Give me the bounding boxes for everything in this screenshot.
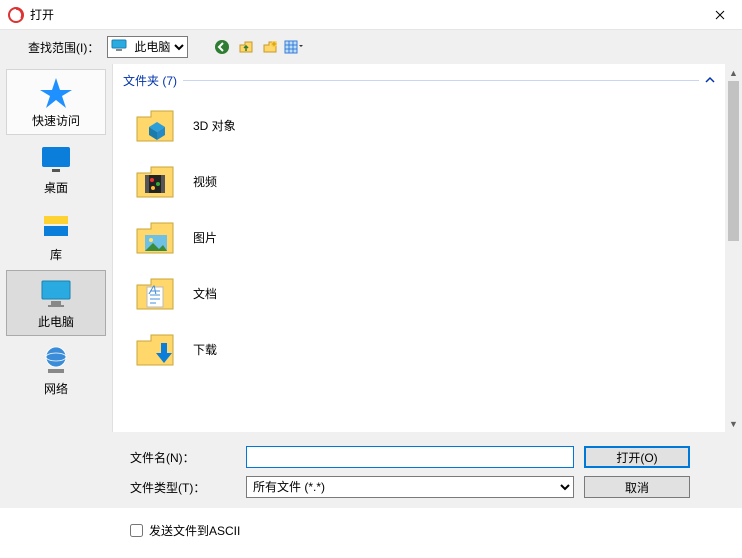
- folder-label: 图片: [193, 229, 217, 246]
- collapse-icon[interactable]: [705, 74, 715, 88]
- folder-video-icon: [133, 159, 177, 203]
- folder-item-documents[interactable]: A 文档: [123, 265, 715, 321]
- quickaccess-icon: [38, 76, 74, 108]
- folder-pictures-icon: [133, 215, 177, 259]
- sidebar-item-desktop[interactable]: 桌面: [6, 136, 106, 202]
- group-header[interactable]: 文件夹 (7): [123, 72, 715, 89]
- filetype-label: 文件类型(T)：: [130, 479, 236, 496]
- folder-label: 文档: [193, 285, 217, 302]
- svg-text:A: A: [148, 283, 157, 297]
- ascii-checkbox-label: 发送文件到ASCII: [149, 522, 240, 539]
- sidebar-item-label: 桌面: [44, 179, 68, 196]
- sidebar-item-network[interactable]: 网络: [6, 337, 106, 403]
- sidebar-item-thispc[interactable]: 此电脑: [6, 270, 106, 336]
- folder-item-pictures[interactable]: 图片: [123, 209, 715, 265]
- sidebar-item-label: 库: [50, 246, 62, 263]
- sidebar-item-quickaccess[interactable]: 快速访问: [6, 69, 106, 135]
- folder-documents-icon: A: [133, 271, 177, 315]
- folder-item-3dobjects[interactable]: 3D 对象: [123, 97, 715, 153]
- scrollbar[interactable]: ▲ ▼: [725, 64, 742, 432]
- this-pc-icon: [38, 277, 74, 309]
- app-icon: [8, 7, 24, 23]
- cancel-button[interactable]: 取消: [584, 476, 690, 498]
- up-button[interactable]: [236, 37, 256, 57]
- window-title: 打开: [30, 6, 54, 23]
- filename-label: 文件名(N)：: [130, 449, 236, 466]
- new-folder-button[interactable]: [260, 37, 280, 57]
- sidebar-item-libraries[interactable]: 库: [6, 203, 106, 269]
- folder-label: 3D 对象: [193, 117, 236, 134]
- main-area: 快速访问 桌面 库 此电脑 网络 文件夹 (7) 3: [0, 64, 742, 432]
- network-icon: [38, 344, 74, 376]
- bottom-panel: 文件名(N)： 打开(O) 文件类型(T)： 所有文件 (*.*) 取消: [0, 432, 742, 508]
- group-header-text: 文件夹 (7): [123, 72, 177, 89]
- folder-item-downloads[interactable]: 下载: [123, 321, 715, 377]
- scroll-down-button[interactable]: ▼: [726, 415, 741, 432]
- folder-label: 下载: [193, 341, 217, 358]
- folder-downloads-icon: [133, 327, 177, 371]
- libraries-icon: [38, 210, 74, 242]
- filename-input[interactable]: [246, 446, 574, 468]
- file-area: 文件夹 (7) 3D 对象 视频 图片 A 文档 下载: [113, 64, 742, 432]
- close-button[interactable]: [698, 0, 742, 30]
- this-pc-icon: [111, 39, 127, 51]
- lookin-label: 查找范围(I)：: [28, 39, 99, 56]
- titlebar: 打开: [0, 0, 742, 30]
- folder-label: 视频: [193, 173, 217, 190]
- open-button[interactable]: 打开(O): [584, 446, 690, 468]
- scroll-up-button[interactable]: ▲: [726, 64, 741, 81]
- folder-3d-icon: [133, 103, 177, 147]
- file-list[interactable]: 文件夹 (7) 3D 对象 视频 图片 A 文档 下载: [113, 64, 725, 432]
- ascii-checkbox-row: 发送文件到ASCII: [0, 522, 742, 539]
- scroll-thumb[interactable]: [728, 81, 739, 241]
- filetype-dropdown[interactable]: 所有文件 (*.*): [246, 476, 574, 498]
- back-button[interactable]: [212, 37, 232, 57]
- ascii-checkbox[interactable]: [130, 524, 143, 537]
- scroll-track[interactable]: [726, 81, 741, 415]
- sidebar-item-label: 快速访问: [32, 112, 80, 129]
- sidebar-item-label: 网络: [44, 380, 68, 397]
- places-sidebar: 快速访问 桌面 库 此电脑 网络: [0, 64, 113, 432]
- sidebar-item-label: 此电脑: [38, 313, 74, 330]
- view-button[interactable]: [284, 37, 304, 57]
- desktop-icon: [38, 143, 74, 175]
- folder-item-videos[interactable]: 视频: [123, 153, 715, 209]
- location-bar: 查找范围(I)： 此电脑: [0, 30, 742, 64]
